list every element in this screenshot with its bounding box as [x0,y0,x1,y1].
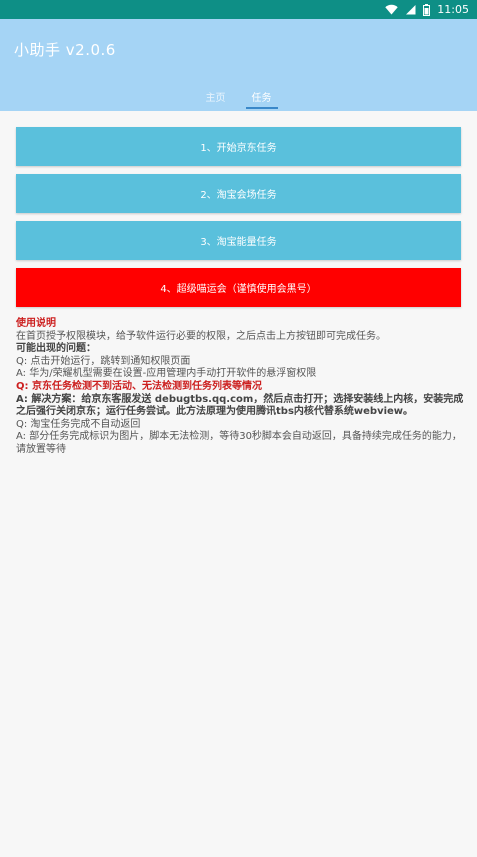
taobao-energy-task-button[interactable]: 3、淘宝能量任务 [16,221,461,260]
problems-heading: 可能出现的问题： [16,343,96,355]
instructions-title: 使用说明 [16,318,56,329]
answer-3: A: 部分任务完成标识为图片，脚本无法检测，等待30秒脚本会自动返回，具备持续完… [16,431,462,455]
instructions-intro: 在首页授予权限模块，给予软件运行必要的权限，之后点击上方按钮即可完成任务。 [16,330,386,342]
super-meow-games-button[interactable]: 4、超级喵运会（谨慎使用会黑号） [16,268,461,307]
battery-icon [423,3,431,16]
start-jd-task-button[interactable]: 1、开始京东任务 [16,127,461,166]
question-2: Q: 京东任务检测不到活动、无法检测到任务列表等情况 [16,380,262,392]
answer-1: A: 华为/荣耀机型需要在设置-应用管理内手动打开软件的悬浮窗权限 [16,368,317,380]
signal-icon [405,4,416,15]
app-header: 小助手 v2.0.6 主页 任务 [0,19,477,111]
status-time: 11:05 [437,3,469,16]
tab-tasks[interactable]: 任务 [245,83,278,109]
app-title: 小助手 v2.0.6 [14,41,116,59]
instructions-section: 使用说明 在首页授予权限模块，给予软件运行必要的权限，之后点击上方按钮即可完成任… [16,318,464,457]
taobao-venue-task-button[interactable]: 2、淘宝会场任务 [16,174,461,213]
tab-bar: 主页 任务 [0,83,477,111]
question-3: Q: 淘宝任务完成不自动返回 [16,418,141,430]
question-1: Q: 点击开始运行，跳转到通知权限页面 [16,355,191,367]
wifi-icon [385,4,398,15]
tab-home[interactable]: 主页 [200,83,232,109]
status-bar: 11:05 [0,0,477,19]
answer-2: A: 解决方案：给京东客服发送 debugtbs.qq.com，然后点击打开；选… [16,393,464,418]
